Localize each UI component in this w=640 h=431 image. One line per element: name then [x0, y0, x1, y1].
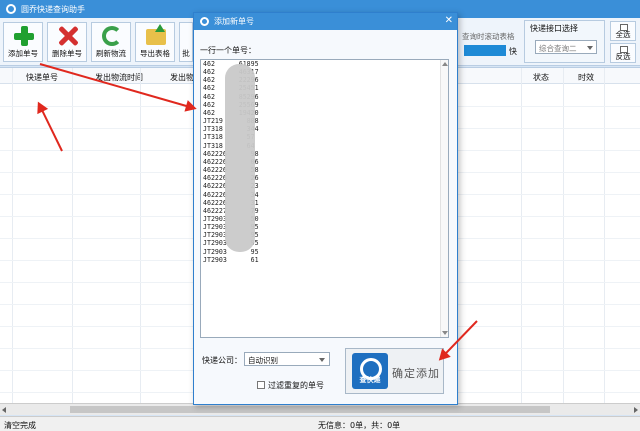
plus-icon — [14, 26, 34, 46]
batch-label: 批 — [182, 49, 190, 58]
col-timeliness[interactable]: 时效 — [578, 72, 594, 83]
invert-selection-button[interactable]: 反选 — [610, 43, 636, 63]
tracking-numbers-textarea[interactable]: 462 61895462 46317462 22296462 25451462 … — [200, 59, 449, 338]
dialog-logo-icon — [200, 17, 209, 26]
add-number-dialog: 添加新单号 ✕ 一行一个单号： 462 61895462 46317462 22… — [193, 12, 458, 405]
close-icon[interactable]: ✕ — [445, 15, 453, 26]
realtime-scroll-label[interactable]: 查询时滚动表格 — [462, 31, 515, 42]
scroll-right-icon[interactable] — [634, 407, 638, 413]
filter-duplicates-checkbox[interactable] — [257, 381, 265, 389]
dialog-title: 添加新单号 — [214, 17, 254, 26]
status-bar: 清空完成 无信息：0单，共：0单 — [0, 416, 640, 431]
scrollbar-thumb[interactable] — [70, 406, 550, 413]
scroll-speed-slider[interactable] — [464, 45, 506, 56]
app-title: 圆乔快递查询助手 — [21, 4, 85, 14]
dialog-titlebar: 添加新单号 ✕ — [194, 13, 457, 30]
batch-button[interactable]: 批 — [179, 22, 193, 62]
export-table-label: 导出表格 — [140, 49, 170, 58]
delete-x-icon — [58, 26, 78, 46]
grid-divider — [521, 68, 522, 404]
col-dispatch[interactable]: 发出物 — [170, 72, 194, 83]
search-express-icon-text: 查快递 — [359, 376, 381, 384]
refresh-icon — [102, 26, 122, 46]
delete-number-label: 删除单号 — [52, 49, 82, 58]
filter-duplicates-label: 过滤重复的单号 — [268, 381, 324, 390]
grid-divider — [140, 68, 141, 404]
refresh-logistics-button[interactable]: 刷新物流 — [91, 22, 131, 62]
privacy-blur — [225, 64, 255, 252]
grid-divider — [72, 68, 73, 404]
grid-divider — [604, 68, 605, 404]
add-number-button[interactable]: 添加单号 — [3, 22, 43, 62]
col-status[interactable]: 状态 — [533, 72, 549, 83]
add-number-label: 添加单号 — [8, 49, 38, 58]
confirm-add-button[interactable]: 查快递 确定添加 — [345, 348, 444, 394]
port-select-group: 快递接口选择 综合查询二 — [524, 20, 605, 63]
invert-selection-icon — [620, 46, 628, 53]
confirm-add-label: 确定添加 — [392, 367, 440, 380]
search-express-icon: 查快递 — [352, 353, 388, 389]
textarea-scrollbar[interactable] — [440, 60, 448, 337]
company-select[interactable]: 自动识别 — [244, 352, 330, 366]
select-all-button[interactable]: 全选 — [610, 21, 636, 41]
speed-fast-label: 快 — [509, 47, 517, 56]
port-select-title: 快递接口选择 — [530, 24, 578, 33]
company-label: 快递公司： — [202, 356, 242, 365]
select-all-icon — [620, 24, 628, 31]
grid-divider — [12, 68, 13, 404]
port-select-dropdown[interactable]: 综合查询二 — [535, 40, 597, 54]
col-tracking-number[interactable]: 快递单号 — [26, 72, 58, 83]
refresh-logistics-label: 刷新物流 — [96, 49, 126, 58]
export-folder-icon — [146, 24, 166, 45]
export-table-button[interactable]: 导出表格 — [135, 22, 175, 62]
status-message: 清空完成 — [4, 421, 36, 430]
grid-divider — [563, 68, 564, 404]
delete-number-button[interactable]: 删除单号 — [47, 22, 87, 62]
instruction-label: 一行一个单号： — [200, 46, 256, 55]
scroll-left-icon[interactable] — [2, 407, 6, 413]
status-count: 无信息：0单，共：0单 — [318, 421, 401, 430]
app-logo-icon — [6, 4, 16, 14]
tracking-number-line: JT2903 61 — [203, 255, 259, 264]
